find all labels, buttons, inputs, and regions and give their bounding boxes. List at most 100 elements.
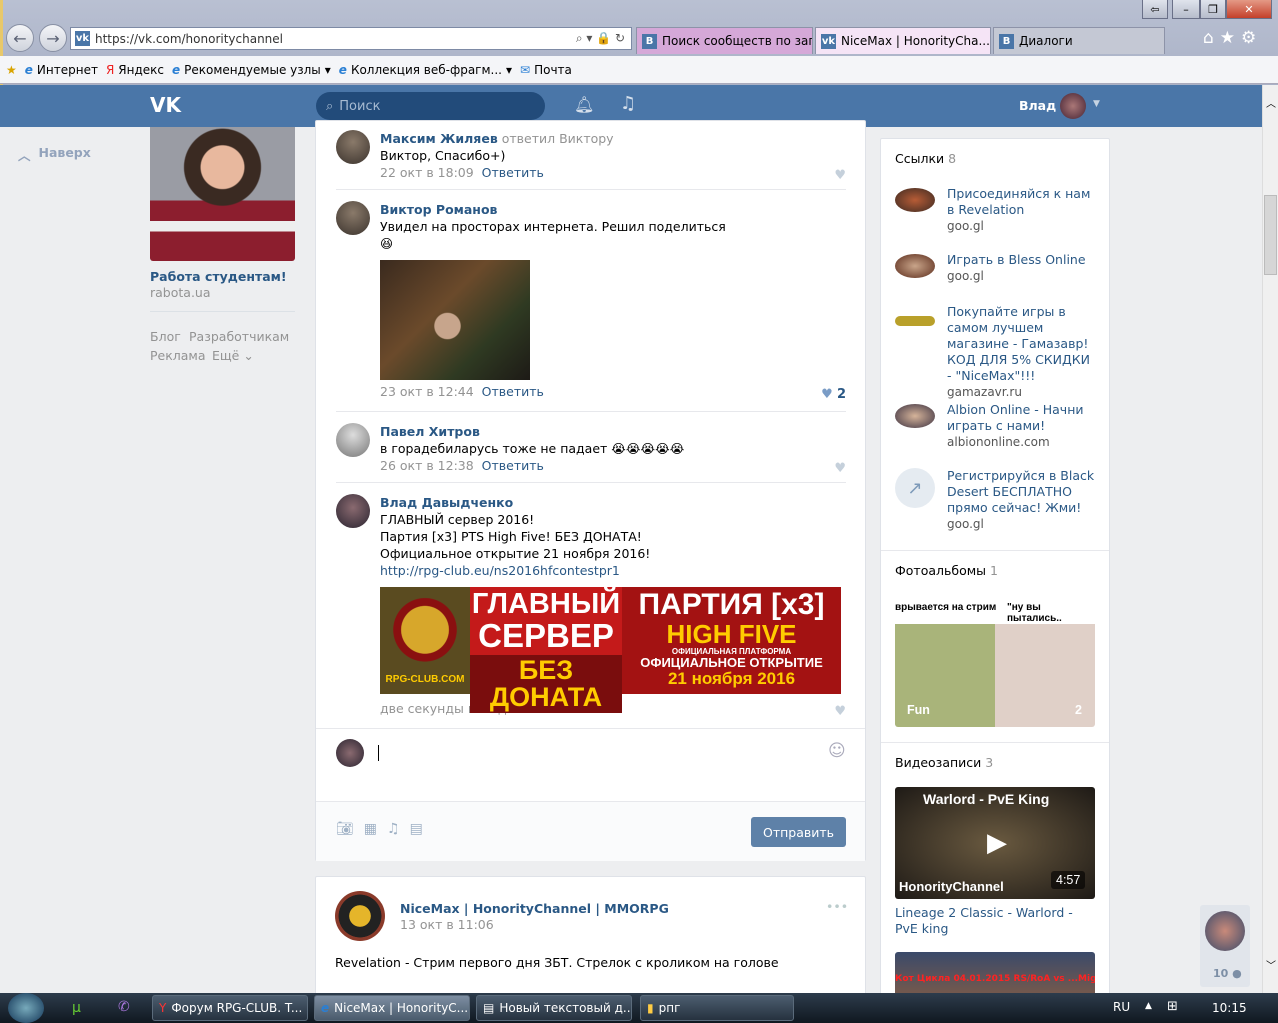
post-date[interactable]: 13 окт в 11:06 bbox=[400, 917, 494, 932]
reply-link[interactable]: Ответить bbox=[482, 384, 544, 399]
avatar[interactable] bbox=[336, 423, 370, 457]
to-top-button[interactable]: ︿ Наверх bbox=[18, 145, 91, 164]
comment-date[interactable]: 23 окт в 12:44 bbox=[380, 384, 474, 399]
language-indicator[interactable]: RU bbox=[1113, 1000, 1130, 1014]
avatar[interactable] bbox=[336, 201, 370, 235]
like-icon[interactable]: ♥ bbox=[834, 168, 846, 183]
send-button[interactable]: Отправить bbox=[751, 817, 846, 847]
back-button[interactable]: ← bbox=[6, 24, 34, 52]
comment: Влад Давыдченко ГЛАВНЫЙ сервер 2016! Пар… bbox=[336, 494, 846, 724]
user-name[interactable]: Влад bbox=[1019, 98, 1056, 113]
banner-image[interactable]: RPG-CLUB.COM ГЛАВНЫЙ СЕРВЕР БЕЗ ДОНАТА П… bbox=[380, 587, 841, 713]
scroll-down-icon[interactable]: ﹀ bbox=[1266, 957, 1276, 972]
comment-author[interactable]: Максим Жиляев bbox=[380, 131, 498, 146]
tab-dialogs[interactable]: В Диалоги bbox=[993, 27, 1165, 54]
comment-input[interactable] bbox=[378, 745, 848, 761]
bookmark-suggested[interactable]: e Рекомендуемые узлы ▾ bbox=[172, 63, 331, 77]
scroll-up-icon[interactable]: ︿ bbox=[1266, 95, 1276, 110]
close-window-button[interactable]: ✕ bbox=[1226, 0, 1272, 19]
albums-header[interactable]: Фотоальбомы 1 bbox=[895, 563, 998, 578]
favorites-star-icon[interactable]: ★ bbox=[6, 63, 17, 77]
reply-link[interactable]: Ответить bbox=[482, 165, 544, 180]
banner-text: HIGH FIVE bbox=[666, 618, 797, 649]
clock[interactable]: 10:15 bbox=[1212, 1001, 1247, 1015]
ad-title[interactable]: Работа студентам! bbox=[150, 269, 287, 284]
comment: Виктор Романов Увидел на просторах интер… bbox=[336, 201, 846, 402]
tab-search-communities[interactable]: В Поиск сообществ по зап... bbox=[636, 27, 813, 54]
post-author[interactable]: NiceMax | HonorityChannel | MMORPG bbox=[400, 901, 669, 916]
restore-tab-button[interactable]: ⇦ bbox=[1142, 0, 1168, 19]
scrollbar-thumb[interactable] bbox=[1264, 195, 1277, 275]
start-button[interactable] bbox=[8, 993, 44, 1023]
footer-blog[interactable]: Блог bbox=[150, 329, 181, 344]
ad-image[interactable] bbox=[150, 127, 295, 261]
bookmark-yandex[interactable]: Я Яндекс bbox=[106, 63, 164, 77]
comment-photo[interactable] bbox=[380, 260, 530, 380]
like-icon[interactable]: ♥ bbox=[834, 461, 846, 476]
user-avatar[interactable] bbox=[1060, 93, 1086, 119]
viber-icon[interactable]: ✆ bbox=[118, 999, 130, 1015]
footer-developers[interactable]: Разработчикам bbox=[189, 329, 289, 344]
like-icon[interactable]: ♥ bbox=[834, 704, 846, 719]
videos-header[interactable]: Видеозаписи 3 bbox=[895, 755, 993, 770]
bookmark-webslices[interactable]: e Коллекция веб-фрагм... ▾ bbox=[339, 63, 512, 77]
music-icon[interactable]: ♫ bbox=[387, 821, 400, 837]
address-bar[interactable]: vk https://vk.com/honoritychannel ⌕ ▾ 🔒 … bbox=[70, 27, 632, 50]
chat-widget[interactable]: 10 ● bbox=[1200, 905, 1250, 987]
comment-date[interactable]: 22 окт в 18:09 bbox=[380, 165, 474, 180]
tray-expand-icon[interactable]: ▲ bbox=[1145, 1001, 1152, 1011]
comment-link[interactable]: http://rpg-club.eu/ns2016hfcontestpr1 bbox=[380, 563, 620, 578]
video-thumb[interactable]: Warlord - PvE King ▶ HonorityChannel 4:5… bbox=[895, 787, 1095, 899]
link-title: Покупайте игры в самом лучшем магазине -… bbox=[947, 304, 1091, 383]
document-icon[interactable]: ▤ bbox=[410, 821, 423, 837]
minimize-button[interactable]: – bbox=[1172, 0, 1200, 19]
chat-avatar[interactable] bbox=[1205, 911, 1245, 951]
comment-author[interactable]: Павел Хитров bbox=[380, 424, 480, 439]
camera-icon[interactable]: 📷︎ bbox=[336, 821, 354, 837]
comment-author[interactable]: Виктор Романов bbox=[380, 202, 497, 217]
maximize-button[interactable]: ❐ bbox=[1200, 0, 1226, 19]
link-title: Присоединяйся к нам в Revelation bbox=[947, 186, 1091, 217]
footer-more[interactable]: Ещё ⌄ bbox=[212, 348, 254, 363]
search-lock-refresh-icons[interactable]: ⌕ ▾ 🔒 ↻ bbox=[576, 31, 625, 46]
album-thumb[interactable]: врывается на стрим "ну вы пытались.. Fun… bbox=[895, 597, 1095, 727]
tab-nicemax[interactable]: vkNiceMax | HonorityCha...✕ bbox=[815, 27, 991, 54]
home-star-gear-icons[interactable]: ⌂★⚙ bbox=[1203, 28, 1262, 48]
utorrent-icon[interactable]: µ bbox=[72, 1000, 81, 1016]
vk-logo[interactable]: VK bbox=[150, 93, 181, 117]
comment-author[interactable]: Влад Давыдченко bbox=[380, 495, 513, 510]
avatar[interactable] bbox=[336, 130, 370, 164]
footer-ads[interactable]: Реклама bbox=[150, 348, 206, 363]
bookmark-internet[interactable]: e Интернет bbox=[25, 63, 98, 77]
forward-button[interactable]: → bbox=[39, 24, 67, 52]
url-text[interactable]: https://vk.com/honoritychannel bbox=[95, 32, 283, 46]
bookmark-mail[interactable]: ✉ Почта bbox=[520, 63, 572, 77]
yandex-browser-icon: Y bbox=[159, 1001, 167, 1015]
avatar[interactable] bbox=[336, 494, 370, 528]
albums-count: 1 bbox=[990, 563, 998, 578]
taskbar-item-ie[interactable]: e NiceMax | HonorityC... bbox=[314, 995, 470, 1021]
chevron-down-icon[interactable]: ▼ bbox=[1093, 99, 1100, 109]
network-icon[interactable]: ⊞ bbox=[1167, 999, 1178, 1014]
scrollbar[interactable]: ︿ ﹀ bbox=[1262, 85, 1278, 993]
more-options-icon[interactable]: ••• bbox=[826, 899, 848, 914]
reply-link[interactable]: Ответить bbox=[482, 458, 544, 473]
music-icon[interactable]: ♫ bbox=[620, 93, 636, 114]
like-button[interactable]: ♥ 2 bbox=[821, 387, 846, 402]
emoji-icon[interactable]: ☺ bbox=[828, 741, 846, 761]
comment-date[interactable]: 26 окт в 12:38 bbox=[380, 458, 474, 473]
search-input[interactable]: ⌕ Поиск bbox=[316, 92, 545, 120]
taskbar-item-folder[interactable]: ▮ рпг bbox=[640, 995, 794, 1021]
bell-icon[interactable]: 🔔︎ bbox=[574, 95, 594, 114]
video-icon[interactable]: ▦ bbox=[364, 821, 377, 837]
taskbar-item-notepad[interactable]: ▤ Новый текстовый д... bbox=[476, 995, 632, 1021]
replied-to[interactable]: ответил Виктору bbox=[502, 131, 614, 146]
album-photo-count: 2 bbox=[1075, 703, 1082, 717]
mail-icon: ✉ bbox=[520, 62, 531, 77]
video-title[interactable]: Lineage 2 Classic - Warlord - PvE king bbox=[895, 905, 1095, 937]
links-header[interactable]: Ссылки 8 bbox=[895, 151, 956, 166]
play-icon[interactable]: ▶ bbox=[987, 827, 1007, 858]
video-thumb-2[interactable]: Кот Цикла 04.01.2015 RS/RoA vs ...Mighty bbox=[895, 952, 1095, 998]
community-avatar[interactable] bbox=[335, 891, 385, 941]
taskbar-item-forum[interactable]: Y Форум RPG-CLUB. T... bbox=[152, 995, 308, 1021]
